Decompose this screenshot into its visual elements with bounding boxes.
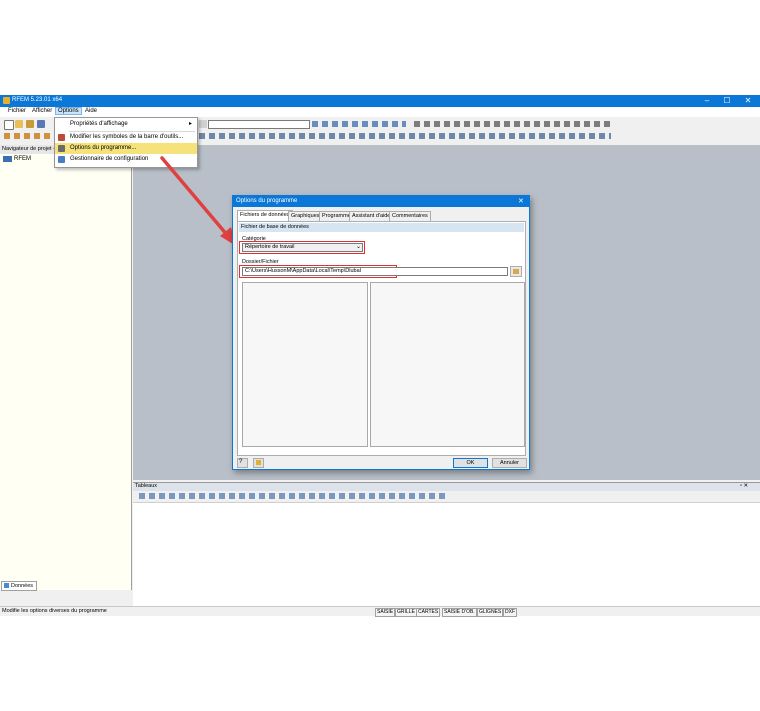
- group-title: Fichier de base de données: [241, 224, 309, 230]
- category-value: Répertoire de travail: [245, 244, 295, 250]
- dialog-title: Options du programme: [236, 198, 298, 204]
- help-button[interactable]: ?: [237, 458, 248, 468]
- folder-icon: [513, 269, 519, 274]
- cancel-button[interactable]: Annuler: [492, 458, 527, 468]
- annotation-arrow-to-dialog: [160, 156, 236, 246]
- help-icon: ?: [239, 459, 243, 465]
- dialog-title-bar: Options du programme ✕: [233, 196, 529, 207]
- dialog-close-button[interactable]: ✕: [518, 197, 524, 205]
- ok-button[interactable]: OK: [453, 458, 488, 468]
- tab-content: Fichier de base de données Catégorie Rép…: [237, 221, 526, 456]
- folder-path-value: C:\Users\HussonM\AppData\Local\Temp\Dlub…: [245, 268, 361, 274]
- right-detail-pane[interactable]: [370, 282, 525, 447]
- edit-icon: [256, 460, 261, 465]
- program-options-dialog: Options du programme ✕ Fichiers de donné…: [232, 195, 530, 470]
- folder-path-input[interactable]: C:\Users\HussonM\AppData\Local\Temp\Dlub…: [242, 267, 508, 276]
- left-list-pane[interactable]: [242, 282, 368, 447]
- category-select[interactable]: Répertoire de travail ⌄: [242, 243, 363, 252]
- edit-button[interactable]: [253, 458, 264, 468]
- group-header: Fichier de base de données: [239, 223, 524, 232]
- browse-folder-button[interactable]: [510, 266, 522, 277]
- chevron-down-icon: ⌄: [356, 244, 362, 250]
